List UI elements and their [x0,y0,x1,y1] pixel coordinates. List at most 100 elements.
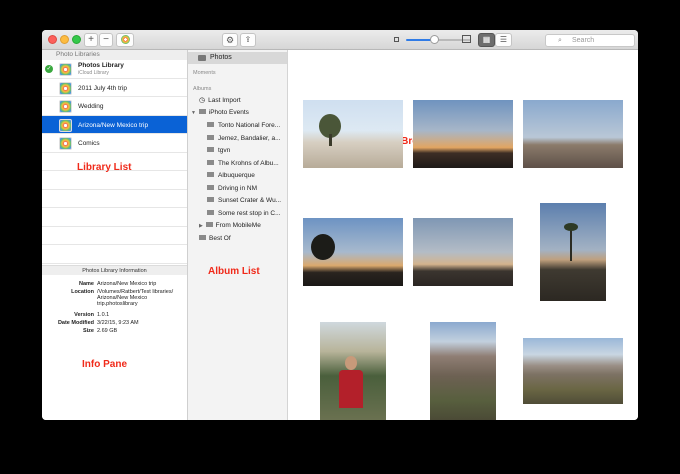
album-folder-iphoto-events[interactable]: ▼ iPhoto Events [191,109,249,116]
photo-thumbnail[interactable] [430,322,496,420]
add-library-button[interactable]: + [84,33,98,47]
info-value: 1.0.1 [97,312,110,318]
info-value: Arizona/New Mexico trip [97,281,157,287]
album-item-label: Sunset Crater & Wu... [218,197,282,204]
photos-icon [198,55,206,61]
album-item-event[interactable]: Albuquerque [207,172,285,179]
library-empty-row [42,227,187,245]
album-item-event[interactable]: The Krohns of Albu... [207,159,285,167]
album-item-label: Tonto National Fore... [218,122,281,129]
info-key: Location [71,289,94,295]
library-item-label: Photos Library [78,62,124,69]
folder-icon [198,109,206,114]
remove-library-button[interactable]: − [99,33,113,47]
photo-thumbnail[interactable] [413,100,513,168]
album-icon [207,209,214,215]
album-item-event[interactable]: Tonto National Fore... [207,122,285,129]
library-item-label: Comics [78,140,100,147]
album-item-event[interactable]: Jemez, Bandalier, a... [207,134,285,142]
zoom-slider-knob[interactable] [430,35,439,44]
album-item-label: Driving in NM [218,184,258,192]
person-head [345,356,357,370]
album-icon [207,147,214,152]
album-item-event[interactable]: Sunset Crater & Wu... [207,197,285,204]
list-icon: ☰ [499,35,508,44]
album-item-label: Jemez, Bandalier, a... [218,134,281,142]
library-list-pane: Photo Libraries ✓ Photos Library iCloud … [42,50,188,420]
photos-library-icon [59,118,72,132]
disclosure-open-icon: ▼ [191,110,196,116]
list-view-button[interactable]: ☰ [495,33,512,47]
photos-window: + − ⚙ ⇪ ▦ ☰ ⌕ Search Photo Libraries ✓ P… [42,30,638,420]
album-list-annotation: Album List [208,266,260,277]
photos-library-icon [59,137,72,150]
grid-view-button[interactable]: ▦ [478,33,495,47]
minimize-window-button[interactable] [60,35,69,44]
photo-browser: Photo Browser [288,50,638,420]
settings-button[interactable]: ⚙ [222,33,238,47]
album-icon [199,235,206,240]
export-button[interactable]: ⇪ [240,33,256,47]
album-item-label: iPhoto Events [208,109,249,116]
share-icon: ⇪ [244,35,252,44]
library-empty-row [42,245,187,264]
info-value: /Volumes/Ratbert/Test libraries/ Arizona… [97,289,174,308]
library-item-label: 2011 July 4th trip [78,84,128,92]
library-item-label: Arizona/New Mexico trip [78,121,149,129]
library-item-photos-library[interactable]: ✓ Photos Library iCloud Library [42,60,187,79]
album-item-label: From MobileMe [215,222,261,229]
clock-icon: ◷ [199,97,206,104]
grid-icon: ▦ [482,35,491,44]
album-folder-from-mobileme[interactable]: ▶ From MobileMe [199,222,261,229]
library-empty-row [42,171,187,190]
close-window-button[interactable] [48,35,57,44]
album-icon [207,197,214,202]
photo-thumbnail[interactable] [540,203,606,301]
album-icon [207,122,214,127]
album-item-label: Best Of [209,235,231,242]
palm-tree [570,227,572,261]
moments-section-label: Moments [193,70,216,76]
info-key: Size [82,328,94,334]
photo-thumbnail[interactable] [523,338,623,404]
album-item-last-import[interactable]: ◷ Last Import [199,96,241,104]
gear-icon: ⚙ [225,35,235,45]
library-item-sublabel: iCloud Library [78,70,109,76]
search-icon: ⌕ [558,37,562,44]
photo-thumbnail[interactable] [523,100,623,168]
photo-thumbnail[interactable] [303,218,403,286]
photo-thumbnail[interactable] [413,218,513,286]
library-item-wedding[interactable]: Wedding [42,97,187,116]
library-item-label: Wedding [78,103,104,110]
info-pane-annotation: Info Pane [82,359,128,370]
album-item-event[interactable]: tgvn [207,147,285,154]
open-photos-button[interactable] [116,33,134,47]
search-field[interactable]: ⌕ Search [545,34,635,47]
album-item-event[interactable]: Some rest stop in C... [207,209,285,217]
photo-thumbnail[interactable] [303,100,403,168]
photos-library-icon [59,63,72,76]
library-empty-row [42,190,187,208]
album-list-pane: Photos Moments Albums ◷ Last Import ▼ iPh… [188,50,288,420]
small-thumbnail-icon [394,37,399,42]
toolbar: + − ⚙ ⇪ ▦ ☰ ⌕ Search [42,30,638,50]
album-item-event[interactable]: Driving in NM [207,184,285,192]
zoom-window-button[interactable] [72,35,81,44]
album-item-best-of[interactable]: Best Of [199,235,231,242]
library-item-arizona-new-mexico-trip[interactable]: Arizona/New Mexico trip [42,115,187,134]
large-thumbnail-icon [462,35,471,43]
album-icon [207,172,214,177]
info-key: Date Modified [57,320,94,326]
info-key: Name [79,281,94,287]
album-icon [207,134,214,140]
photos-library-icon [59,81,72,95]
library-empty-row [42,208,187,227]
photo-thumbnail[interactable] [320,322,386,420]
album-icon [207,184,214,190]
person-body [339,370,363,408]
library-item-july-4th-trip[interactable]: 2011 July 4th trip [42,79,187,97]
disclosure-closed-icon: ▶ [199,223,203,229]
library-item-comics[interactable]: Comics [42,134,187,153]
album-item-photos[interactable]: Photos [188,52,287,64]
info-value: 3/22/15, 9:23 AM [97,320,139,326]
